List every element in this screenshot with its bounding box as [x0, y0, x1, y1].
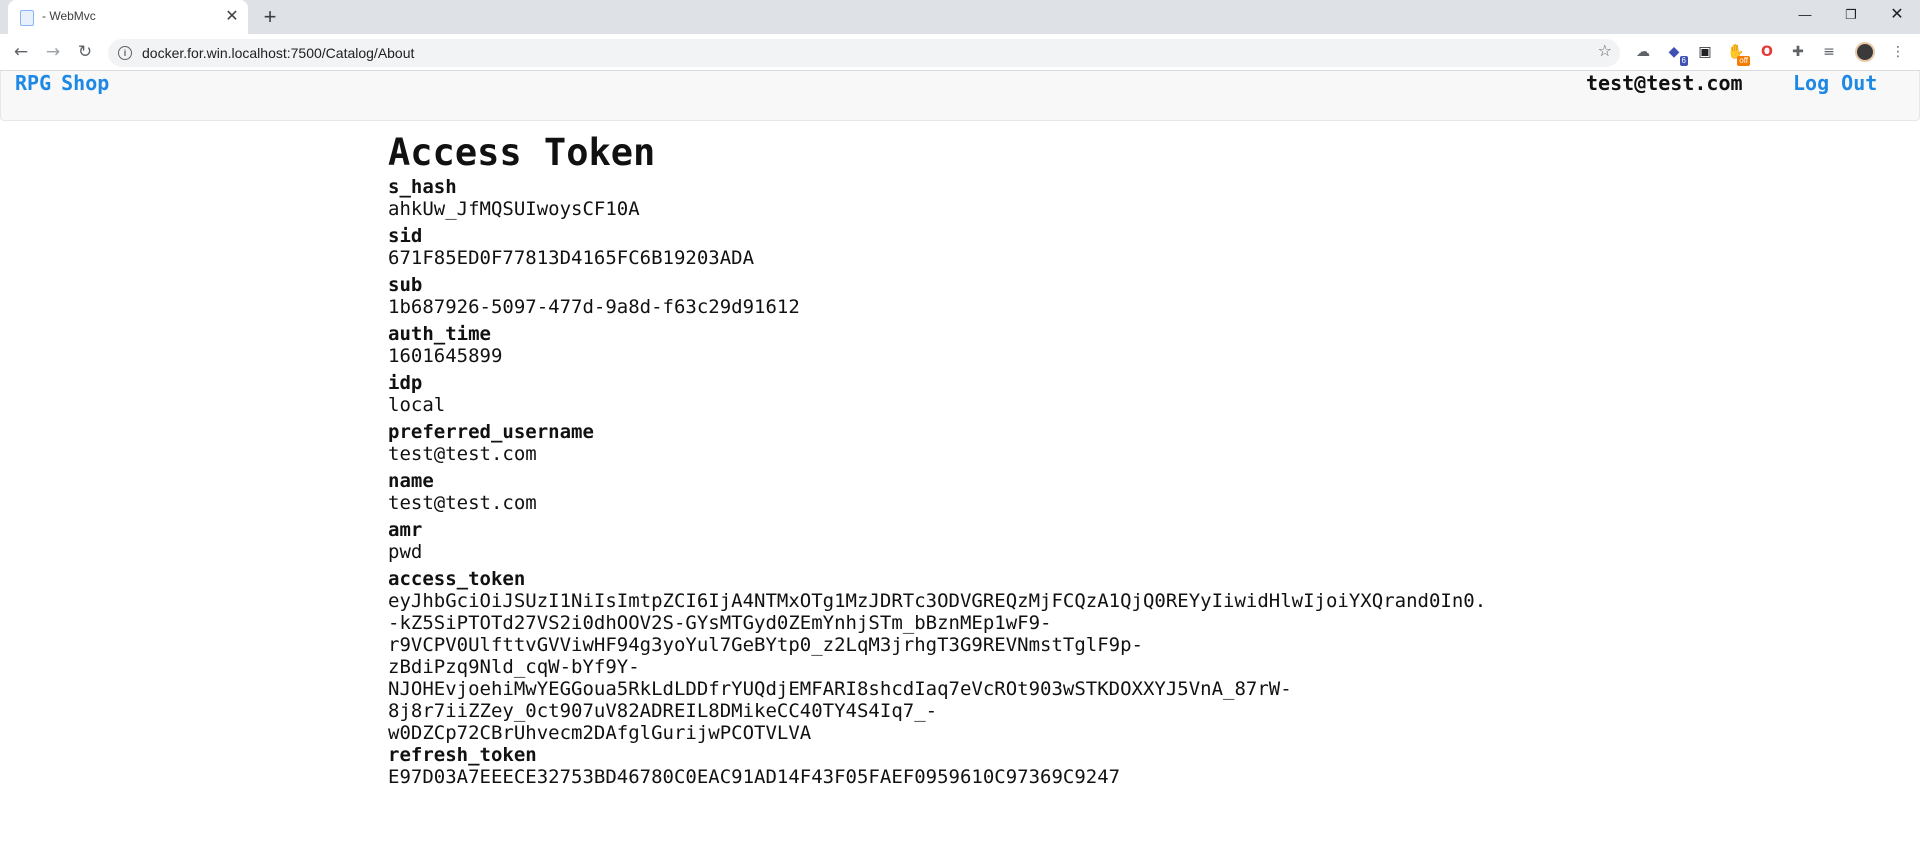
refresh-token-label: refresh_token: [388, 744, 537, 766]
extension-film-icon[interactable]: ▣: [1695, 42, 1715, 62]
claim-value: local: [388, 394, 446, 416]
page-title: Access Token: [388, 131, 656, 174]
extension-badge: 6: [1679, 56, 1688, 66]
profile-avatar[interactable]: [1855, 42, 1875, 62]
access-token-line: zBdiPzq9Nld_cqW-bYf9Y-: [388, 656, 640, 678]
logout-link[interactable]: Log Out: [1793, 71, 1877, 95]
access-token-line: NJOHEvjoehiMwYEGGoua5RkLdLDDfrYUQdjEMFAR…: [388, 678, 1292, 700]
extensions-puzzle-icon[interactable]: ✚: [1788, 42, 1808, 62]
browser-tabstrip: - WebMvc ✕ + — ❐ ✕: [0, 0, 1920, 34]
claim-name: preferred_username: [388, 421, 594, 443]
claim-name: s_hash: [388, 176, 457, 198]
browser-toolbar: ← → ↻ i docker.for.win.localhost:7500/Ca…: [0, 34, 1920, 71]
claim-value: ahkUw_JfMQSUIwoysCF10A: [388, 198, 640, 220]
close-window-button[interactable]: ✕: [1874, 0, 1920, 30]
claim-value: pwd: [388, 541, 423, 563]
refresh-token-value: E97D03A7EEECE32753BD46780C0EAC91AD14F43F…: [388, 766, 1121, 788]
reading-list-icon[interactable]: ≡: [1819, 42, 1839, 62]
reload-icon[interactable]: ↻: [73, 40, 97, 64]
extension-cloud-icon[interactable]: ☁: [1633, 42, 1653, 62]
address-bar[interactable]: i docker.for.win.localhost:7500/Catalog/…: [108, 39, 1620, 67]
brand-link[interactable]: RPG Shop: [15, 71, 119, 95]
brand-shop[interactable]: Shop: [61, 71, 109, 95]
claim-value: 671F85ED0F77813D4165FC6B19203ADA: [388, 247, 755, 269]
restore-window-button[interactable]: ❐: [1828, 0, 1874, 30]
opera-extension-icon[interactable]: O: [1757, 42, 1777, 62]
access-token-line: r9VCPV0UlfttvGVViwHF94g3yoYul7GeBYtp0_z2…: [388, 634, 1143, 656]
access-token-line: -kZ5SiPTOTd27VS2i0dhOOV2S-GYsMTGyd0ZEmYn…: [388, 612, 1052, 634]
logged-in-user-email: test@test.com: [1586, 71, 1743, 95]
claim-name: auth_time: [388, 323, 491, 345]
claim-name: sid: [388, 225, 423, 247]
access-token-value: eyJhbGciOiJSUzI1NiIsImtpZCI6IjA4NTMxOTg1…: [388, 590, 1918, 744]
bookmark-star-icon[interactable]: ☆: [1598, 41, 1612, 60]
tab-title: - WebMvc: [42, 9, 96, 23]
access-token-label: access_token: [388, 568, 526, 590]
minimize-window-button[interactable]: —: [1782, 0, 1828, 30]
claim-name: idp: [388, 372, 423, 394]
access-token-line: w0DZCp72CBrUhvecm2DAfglGurijwPCOTVLVA: [388, 722, 812, 744]
brand-rpg[interactable]: RPG: [15, 71, 51, 95]
access-token-line: 8j8r7iiZZey_0ct907uV82ADREIL8DMikeCC40TY…: [388, 700, 938, 722]
site-info-icon[interactable]: i: [118, 46, 132, 60]
new-tab-button[interactable]: +: [258, 6, 282, 30]
claim-value: 1601645899: [388, 345, 503, 367]
claim-name: sub: [388, 274, 423, 296]
claim-value: test@test.com: [388, 443, 537, 465]
claim-name: name: [388, 470, 434, 492]
main-content: Access Token s_hash ahkUw_JfMQSUIwoysCF1…: [388, 132, 1918, 793]
claim-value: 1b687926-5097-477d-9a8d-f63c29d91612: [388, 296, 800, 318]
page-favicon-icon: [20, 10, 34, 26]
tab-close-icon[interactable]: ✕: [222, 7, 242, 27]
extension-off-badge: off: [1737, 56, 1750, 66]
browser-tab-active[interactable]: - WebMvc ✕: [8, 0, 248, 34]
url-text[interactable]: docker.for.win.localhost:7500/Catalog/Ab…: [142, 45, 414, 61]
extension-stack-icon[interactable]: ◆ 6: [1664, 42, 1688, 66]
site-navbar: RPG Shop test@test.com Log Out: [0, 71, 1920, 121]
access-token-line: eyJhbGciOiJSUzI1NiIsImtpZCI6IjA4NTMxOTg1…: [388, 590, 1487, 612]
extension-hand-icon[interactable]: ✋ off: [1726, 42, 1750, 66]
claim-name: amr: [388, 519, 423, 541]
forward-arrow-icon[interactable]: →: [41, 40, 65, 64]
browser-menu-icon[interactable]: ⋮: [1888, 42, 1908, 62]
back-arrow-icon[interactable]: ←: [9, 40, 33, 64]
claim-value: test@test.com: [388, 492, 537, 514]
